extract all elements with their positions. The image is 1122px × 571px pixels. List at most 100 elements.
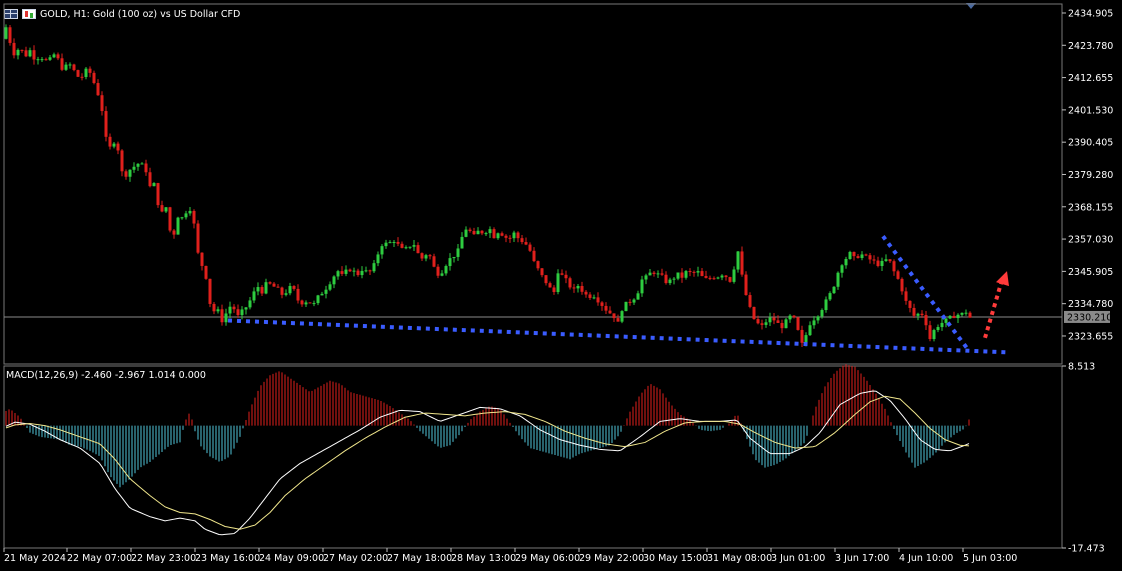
bear-candle bbox=[928, 325, 932, 340]
bull-candle bbox=[840, 265, 844, 273]
bear-candle bbox=[272, 283, 276, 287]
bull-candle bbox=[824, 299, 828, 311]
bear-candle bbox=[652, 272, 656, 274]
bear-candle bbox=[920, 313, 924, 316]
price-label: 2357.030 bbox=[1068, 235, 1113, 246]
bull-candle bbox=[488, 229, 492, 234]
time-label: 22 May 07:00 bbox=[67, 553, 132, 564]
bull-candle bbox=[68, 64, 72, 66]
bull-candle bbox=[324, 289, 328, 294]
bull-candle bbox=[180, 217, 184, 219]
bear-candle bbox=[100, 95, 104, 112]
bull-candle bbox=[36, 59, 40, 61]
bull-candle bbox=[464, 229, 468, 237]
bear-candle bbox=[8, 27, 12, 43]
bear-candle bbox=[292, 286, 296, 289]
bull-candle bbox=[360, 270, 364, 276]
bull-candle bbox=[476, 230, 480, 235]
bull-candle bbox=[216, 309, 220, 312]
bull-candle bbox=[84, 68, 88, 77]
bear-candle bbox=[596, 297, 600, 303]
bear-candle bbox=[432, 256, 436, 267]
bull-candle bbox=[656, 273, 660, 275]
bear-candle bbox=[436, 266, 440, 276]
bull-candle bbox=[632, 299, 636, 303]
price-label: 2423.780 bbox=[1068, 41, 1113, 52]
bear-candle bbox=[552, 287, 556, 293]
bear-candle bbox=[348, 269, 352, 272]
bear-candle bbox=[96, 83, 100, 96]
bull-candle bbox=[556, 273, 560, 293]
bear-candle bbox=[968, 312, 972, 318]
bull-candle bbox=[152, 183, 156, 187]
bear-candle bbox=[564, 274, 568, 279]
bull-candle bbox=[376, 254, 380, 264]
bull-candle bbox=[784, 319, 788, 329]
bull-candle bbox=[264, 282, 268, 294]
bear-candle bbox=[124, 171, 128, 177]
price-label: 2434.905 bbox=[1068, 8, 1113, 19]
bear-candle bbox=[204, 265, 208, 279]
chart-canvas[interactable]: 2434.905 2423.780 2412.655 2401.530 2390.405… bbox=[0, 0, 1122, 571]
bull-candle bbox=[344, 269, 348, 274]
time-label: 22 May 23:00 bbox=[131, 553, 196, 564]
bull-candle bbox=[256, 287, 260, 292]
bull-candle bbox=[672, 278, 676, 280]
bear-candle bbox=[776, 320, 780, 323]
bear-candle bbox=[660, 273, 664, 275]
bear-candle bbox=[744, 274, 748, 296]
bull-candle bbox=[720, 275, 724, 278]
bear-candle bbox=[604, 305, 608, 311]
bull-candle bbox=[844, 258, 848, 266]
bear-candle bbox=[588, 294, 592, 298]
bull-candle bbox=[620, 311, 624, 322]
bear-candle bbox=[704, 276, 708, 278]
bear-candle bbox=[896, 271, 900, 279]
price-label: 2379.280 bbox=[1068, 170, 1113, 181]
bull-candle bbox=[404, 247, 408, 249]
bear-candle bbox=[276, 286, 280, 288]
bull-candle bbox=[412, 245, 416, 247]
price-label: 2390.405 bbox=[1068, 138, 1113, 149]
bull-candle bbox=[176, 217, 180, 235]
bull-candle bbox=[284, 293, 288, 295]
bull-candle bbox=[336, 271, 340, 277]
bear-candle bbox=[796, 317, 800, 330]
bear-candle bbox=[952, 315, 956, 319]
time-label: 27 May 18:00 bbox=[387, 553, 452, 564]
bear-candle bbox=[792, 315, 796, 318]
bull-candle bbox=[648, 272, 652, 276]
bear-candle bbox=[80, 76, 84, 78]
bear-candle bbox=[356, 270, 360, 276]
bear-candle bbox=[88, 68, 92, 73]
bull-candle bbox=[684, 271, 688, 278]
bull-candle bbox=[948, 315, 952, 319]
bull-candle bbox=[964, 312, 968, 314]
bear-candle bbox=[480, 230, 484, 234]
bear-candle bbox=[108, 136, 112, 147]
bear-candle bbox=[260, 287, 264, 294]
main-panel-frame bbox=[3, 3, 1063, 365]
time-label: 28 May 13:00 bbox=[451, 553, 516, 564]
bear-candle bbox=[904, 291, 908, 301]
bull-candle bbox=[960, 312, 964, 315]
time-label: 24 May 09:00 bbox=[259, 553, 324, 564]
bull-candle bbox=[188, 210, 192, 214]
bull-candle bbox=[28, 50, 32, 57]
bear-candle bbox=[500, 233, 504, 236]
bull-candle bbox=[808, 325, 812, 336]
bear-candle bbox=[900, 278, 904, 292]
bull-candle bbox=[668, 279, 672, 284]
bear-candle bbox=[584, 291, 588, 295]
price-label: 2345.905 bbox=[1068, 267, 1113, 278]
bear-candle bbox=[220, 309, 224, 323]
bear-candle bbox=[492, 229, 496, 239]
bear-candle bbox=[508, 237, 512, 239]
forecast-arrow-head bbox=[996, 271, 1009, 287]
bear-candle bbox=[300, 300, 304, 305]
bear-candle bbox=[168, 207, 172, 231]
support-trendline bbox=[227, 318, 1009, 355]
bull-candle bbox=[916, 313, 920, 316]
bear-candle bbox=[200, 252, 204, 266]
bear-candle bbox=[712, 278, 716, 280]
